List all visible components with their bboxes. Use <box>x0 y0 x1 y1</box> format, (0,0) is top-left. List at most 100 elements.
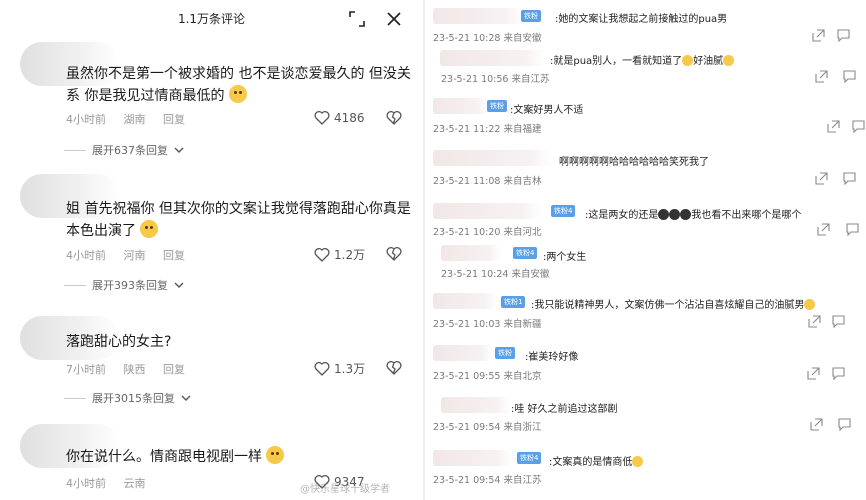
reply-text: :两个女生 <box>543 252 587 263</box>
comment-time: 4小时前 <box>66 113 106 126</box>
username-blurred <box>441 397 511 413</box>
share-icon[interactable] <box>807 367 820 380</box>
reply-text: :崔美玲好像 <box>525 352 579 363</box>
reply-button[interactable]: 回复 <box>163 361 185 377</box>
username-blurred <box>433 293 497 309</box>
username-blurred <box>433 150 553 166</box>
share-icon[interactable] <box>812 29 825 42</box>
reply-meta: 23-5-21 10:24 来自安徽 <box>441 269 550 280</box>
username-blurred <box>433 8 523 24</box>
username-blurred <box>433 450 513 466</box>
comment-text: 姐 首先祝福你 但其次你的文案让我觉得落跑甜心你真是本色出演了 <box>66 201 411 239</box>
fan-badge: 铁粉 <box>521 10 541 22</box>
username-blurred <box>441 245 501 261</box>
share-icon[interactable] <box>827 120 840 133</box>
expand-replies-button[interactable]: 展开393条回复 <box>64 277 184 293</box>
comment-text: 你在说什么。情商跟电视剧一样 <box>66 446 411 468</box>
share-icon[interactable] <box>817 223 830 236</box>
comment-text: 虽然你不是第一个被求婚的 也不是谈恋爱最久的 但没关系 你是我见过情商最低的 <box>66 66 411 104</box>
username-blurred <box>433 203 543 219</box>
laugh-emoji-icon <box>804 299 816 310</box>
like-button[interactable]: 1.3万 <box>314 360 365 377</box>
comment-text: 落跑甜心的女主? <box>66 334 172 350</box>
comment-location: 湖南 <box>123 113 146 126</box>
share-icon[interactable] <box>810 418 823 431</box>
reply-meta: 23-5-21 11:22 来自福建 <box>433 124 542 135</box>
grimace-emoji-icon <box>723 55 735 66</box>
reply-text: :文案真的是情商低 <box>549 453 644 468</box>
reply-meta: 23-5-21 09:55 来自北京 <box>433 371 542 382</box>
thumbs-emoji-icon <box>140 220 159 238</box>
comment-icon[interactable] <box>843 172 856 185</box>
dark-emoji-icon <box>669 209 681 220</box>
reply-button[interactable]: 回复 <box>163 247 185 263</box>
like-count: 1.2万 <box>334 248 366 262</box>
reply-meta: 23-5-21 09:54 来自浙江 <box>433 422 542 433</box>
username-blurred <box>433 345 493 361</box>
fan-badge: 铁粉4 <box>551 205 576 217</box>
comments-panel-left: 1.1万条评论 虽然你不是第一个被求婚的 也不是谈恋爱最久的 但没关系 你是我见… <box>0 0 423 500</box>
reply-text: 啊啊啊啊啊哈哈哈哈哈哈笑死我了 <box>559 157 709 168</box>
like-count: 4186 <box>334 110 365 125</box>
reply-meta: 23-5-21 10:28 来自安徽 <box>433 33 542 44</box>
reply-meta: 23-5-21 11:08 来自吉林 <box>433 176 542 187</box>
comment-location: 云南 <box>123 477 146 490</box>
comment-icon[interactable] <box>852 120 865 133</box>
username-blurred <box>433 98 488 114</box>
reply-meta: 23-5-21 09:54 来自江苏 <box>433 475 542 486</box>
fan-badge: 铁粉1 <box>501 296 526 308</box>
broken-heart-icon[interactable] <box>386 360 402 375</box>
comment-meta: 4小时前 云南 <box>66 475 160 491</box>
reply-meta: 23-5-21 10:20 来自河北 <box>433 227 542 238</box>
dark-emoji-icon <box>680 209 692 220</box>
chevron-down-icon <box>181 395 191 401</box>
like-button[interactable]: 1.2万 <box>314 246 365 263</box>
comment-meta: 4小时前 湖南 回复 <box>66 111 199 127</box>
comment-icon[interactable] <box>846 223 859 236</box>
reply-text: :我只能说精神男人，文案仿佛一个沾沾自喜炫耀自己的油腻男 <box>531 296 816 311</box>
heart-icon <box>314 361 330 376</box>
comment-icon[interactable] <box>838 418 851 431</box>
comments-panel-right: 铁粉 :她的文案让我想起之前接触过的pua男 23-5-21 10:28 来自安… <box>425 0 866 500</box>
reply-text: :这是两女的还是 我也看不出来哪个是哪个 <box>585 209 802 221</box>
comment-location: 河南 <box>123 249 146 262</box>
close-icon[interactable] <box>384 9 404 29</box>
laugh-emoji-icon <box>632 456 644 467</box>
comment-icon[interactable] <box>832 315 845 328</box>
comment-time: 4小时前 <box>66 477 106 490</box>
share-icon[interactable] <box>808 315 821 328</box>
reply-text: :她的文案让我想起之前接触过的pua男 <box>555 14 728 25</box>
laugh-emoji-icon <box>228 85 247 103</box>
expand-replies-button[interactable]: 展开637条回复 <box>64 142 184 158</box>
comment-time: 4小时前 <box>66 249 106 262</box>
comments-header: 1.1万条评论 <box>0 0 423 38</box>
grin-emoji-icon <box>266 446 285 464</box>
reply-text: :文案好男人不适 <box>510 105 584 116</box>
comment-icon[interactable] <box>843 70 856 83</box>
like-button[interactable]: 4186 <box>314 110 365 125</box>
like-count: 1.3万 <box>334 362 366 376</box>
watermark: @快乐星球十级学者 <box>300 484 390 495</box>
fan-badge: 铁粉4 <box>513 247 538 259</box>
comment-item: 姐 首先祝福你 但其次你的文案让我觉得落跑甜心你真是本色出演了 4小时前 河南 … <box>0 170 423 295</box>
share-icon[interactable] <box>815 70 828 83</box>
share-icon[interactable] <box>815 172 828 185</box>
reply-text: :就是pua别人，一看就知道了 好油腻 <box>550 52 735 67</box>
expand-icon[interactable] <box>348 10 366 28</box>
comment-meta: 7小时前 陕西 回复 <box>66 361 199 377</box>
heart-icon <box>314 110 330 125</box>
reply-button[interactable]: 回复 <box>163 111 185 127</box>
fan-badge: 铁粉 <box>487 100 507 112</box>
comment-item: 落跑甜心的女主? 7小时前 陕西 回复 1.3万 展开3015条回复 <box>0 312 423 412</box>
comment-icon[interactable] <box>837 29 850 42</box>
chevron-down-icon <box>174 282 184 288</box>
expand-replies-button[interactable]: 展开3015条回复 <box>64 390 191 406</box>
comment-location: 陕西 <box>123 363 146 376</box>
comment-item: 虽然你不是第一个被求婚的 也不是谈恋爱最久的 但没关系 你是我见过情商最低的 4… <box>0 38 423 163</box>
broken-heart-icon[interactable] <box>386 246 402 261</box>
broken-heart-icon[interactable] <box>386 110 402 125</box>
dark-emoji-icon <box>658 209 670 220</box>
chevron-down-icon <box>174 147 184 153</box>
comment-icon[interactable] <box>832 367 845 380</box>
reply-meta: 23-5-21 10:56 来自江苏 <box>441 74 550 85</box>
